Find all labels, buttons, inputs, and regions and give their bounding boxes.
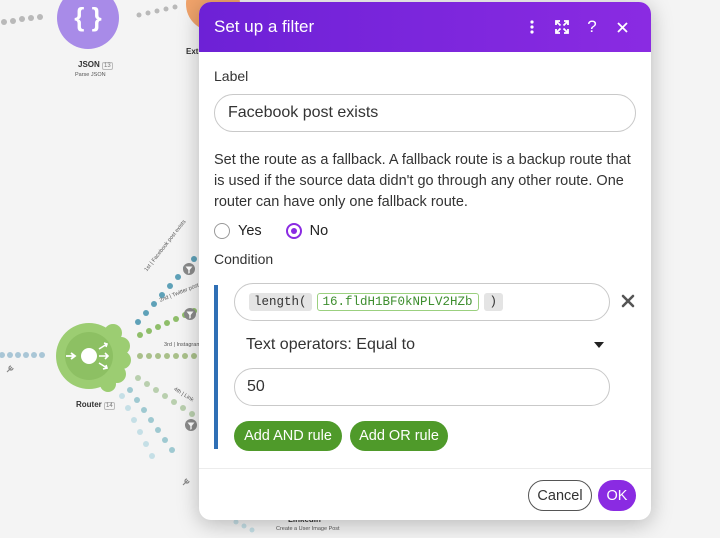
router-module-label: Router 14 [76,400,115,410]
dialog-title: Set up a filter [214,17,315,36]
svg-text:{ }: { } [74,2,101,32]
operator-select[interactable]: Text operators: Equal to [246,333,604,357]
close-icon[interactable] [607,12,637,42]
condition-section: Condition length( 16.fldH1BF0kNPLV2HZb )… [214,251,636,451]
variable-chip[interactable]: 16.fldH1BF0kNPLV2HZb [316,293,479,311]
help-label: ? [587,17,597,36]
filter-dialog: Set up a filter ? Label Set the route as… [199,2,651,520]
add-or-rule-button[interactable]: Add OR rule [350,421,448,451]
fallback-description: Set the route as a fallback. A fallback … [214,152,631,210]
fallback-yes-radio[interactable] [214,223,230,239]
fallback-yes-label[interactable]: Yes [238,223,262,239]
fallback-radio-group: Yes No [214,223,636,239]
route-label-3[interactable]: 3rd | Instagram [164,342,201,348]
expand-icon[interactable] [547,12,577,42]
router-module-icon[interactable] [56,323,131,392]
label-input[interactable] [214,94,636,132]
condition-group-bar [214,285,218,449]
fallback-no-label[interactable]: No [310,223,329,239]
function-close-chip[interactable]: ) [483,293,504,311]
dialog-header: Set up a filter ? [199,2,651,52]
operator-value: Text operators: Equal to [246,336,415,353]
remove-condition-icon[interactable] [619,292,637,310]
ext-module-label: Ext [186,47,199,56]
dialog-footer: Cancel OK [199,468,651,520]
json-module-label: JSON 13 [78,60,113,70]
fallback-no-radio[interactable] [285,223,302,239]
condition-heading: Condition [214,251,274,267]
ok-button[interactable]: OK [598,480,636,511]
help-icon[interactable]: ? [577,12,607,42]
json-module-subtitle: Parse JSON [75,72,106,78]
chevron-down-icon [594,342,604,348]
condition-value-input[interactable] [234,368,610,406]
condition-operand-field[interactable]: length( 16.fldH1BF0kNPLV2HZb ) [234,283,610,321]
function-chip[interactable]: length( [249,293,312,311]
cancel-button[interactable]: Cancel [528,480,592,511]
linkedin-module-subtitle: Create a User Image Post [276,526,340,532]
add-and-rule-button[interactable]: Add AND rule [234,421,342,451]
more-vertical-icon[interactable] [517,12,547,42]
label-heading: Label [214,68,249,84]
